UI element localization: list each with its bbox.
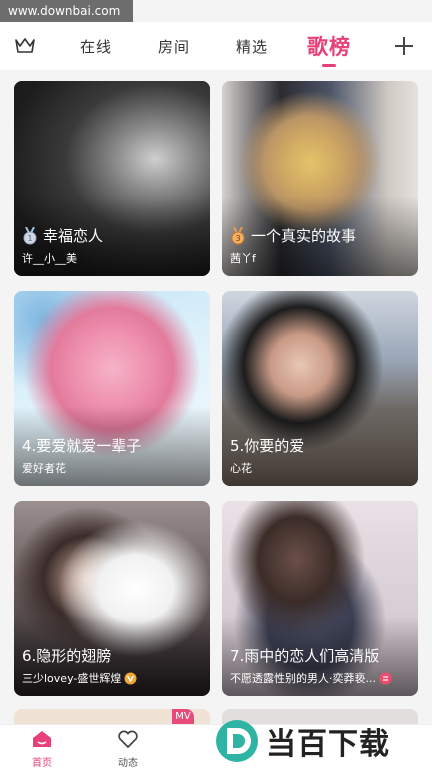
song-card[interactable]: 3 一个真实的故事 茜丫f bbox=[222, 81, 418, 276]
card-title: 5.你要的爱 bbox=[230, 437, 305, 455]
nav-home[interactable]: 首页 bbox=[12, 729, 72, 768]
card-title: 一个真实的故事 bbox=[251, 227, 357, 245]
card-title: 7.雨中的恋人们高清版 bbox=[230, 647, 380, 665]
svg-text:3: 3 bbox=[235, 234, 240, 243]
card-title: 4.要爱就爱一辈子 bbox=[22, 437, 142, 455]
svg-text:1: 1 bbox=[27, 234, 32, 243]
brand-watermark: 当百下载 bbox=[214, 716, 432, 766]
song-card[interactable]: 1 幸福恋人 许__小__美 bbox=[14, 81, 210, 276]
medal-icon: 1 bbox=[23, 226, 37, 244]
nav-feed-label: 动态 bbox=[118, 758, 138, 768]
brand-d-logo-icon bbox=[216, 720, 258, 762]
card-singer: 心花 bbox=[230, 462, 252, 475]
card-singer: 茜丫f bbox=[230, 252, 256, 265]
site-watermark: www.downbai.com bbox=[0, 0, 133, 22]
tab-rooms[interactable]: 房间 bbox=[158, 36, 190, 57]
medal-icon: 3 bbox=[231, 226, 245, 244]
card-singer: 爱好者花 bbox=[22, 462, 66, 475]
song-card[interactable]: 7.雨中的恋人们高清版 不愿透露性别的男人·奕莽亵... bbox=[222, 501, 418, 696]
card-title: 幸福恋人 bbox=[43, 227, 104, 245]
tab-featured[interactable]: 精选 bbox=[236, 36, 268, 57]
nav-home-label: 首页 bbox=[32, 758, 52, 768]
tab-online[interactable]: 在线 bbox=[80, 36, 112, 57]
level-badge-icon bbox=[379, 672, 392, 684]
mv-badge: MV bbox=[172, 709, 194, 725]
verified-badge-icon bbox=[124, 672, 137, 684]
song-card[interactable]: 6.隐形的翅膀 三少lovey-盛世辉煌 bbox=[14, 501, 210, 696]
card-singer: 三少lovey-盛世辉煌 bbox=[22, 672, 122, 685]
card-singer: 许__小__美 bbox=[22, 252, 77, 265]
home-icon bbox=[33, 731, 51, 747]
crown-icon[interactable] bbox=[14, 36, 36, 56]
brand-text: 当百下载 bbox=[266, 727, 390, 762]
tab-song-chart[interactable]: 歌榜 bbox=[307, 31, 351, 61]
song-card[interactable]: 5.你要的爱 心花 bbox=[222, 291, 418, 486]
plus-icon[interactable] bbox=[392, 34, 416, 58]
card-singer: 不愿透露性别的男人·奕莽亵... bbox=[230, 672, 376, 685]
nav-feed[interactable]: 动态 bbox=[98, 729, 158, 768]
active-tab-indicator bbox=[322, 64, 336, 67]
card-title: 6.隐形的翅膀 bbox=[22, 647, 112, 665]
heart-icon bbox=[118, 730, 138, 749]
top-tab-bar: 在线 房间 精选 歌榜 bbox=[0, 22, 432, 70]
song-card[interactable]: 4.要爱就爱一辈子 爱好者花 bbox=[14, 291, 210, 486]
